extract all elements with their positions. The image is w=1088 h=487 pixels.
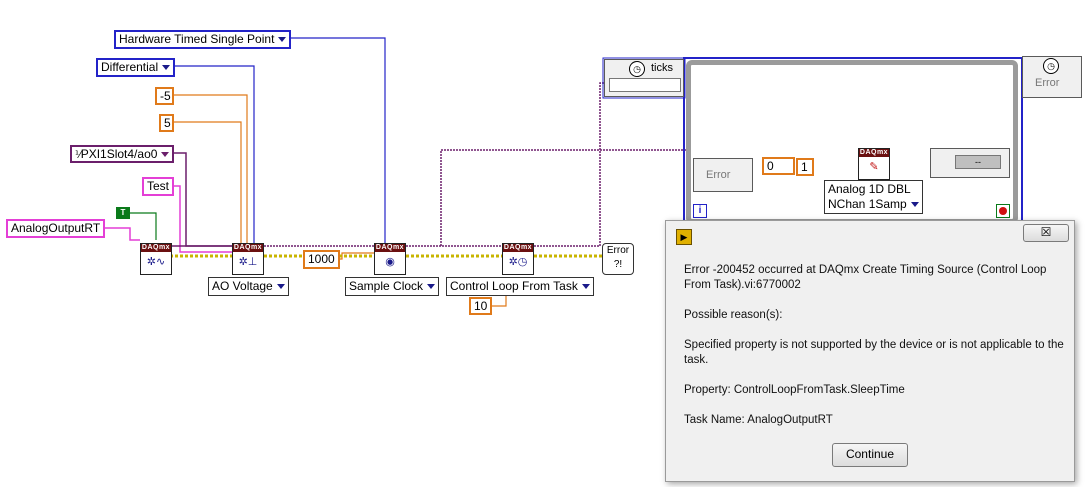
- write-icon: ✎: [869, 161, 879, 173]
- terminal-config-label: Differential: [101, 60, 159, 74]
- stop-button[interactable]: [996, 204, 1010, 218]
- chevron-down-icon: [162, 65, 171, 71]
- chevron-down-icon: [278, 37, 287, 43]
- chevron-down-icon: [276, 284, 285, 290]
- write-type-line1: Analog 1D DBL: [828, 182, 911, 196]
- analog-output-task-text: AnalogOutputRT: [11, 221, 101, 235]
- create-channel-icon: ✲⊥: [238, 256, 258, 268]
- physical-channel-text: PXI1Slot4/ao0: [80, 147, 158, 161]
- sample-clock-selector[interactable]: Sample Clock: [345, 277, 440, 296]
- timing-type-ring[interactable]: Hardware Timed Single Point: [114, 30, 292, 49]
- reason-text: Specified property is not supported by t…: [684, 339, 1064, 366]
- rate-constant[interactable]: 1000: [303, 250, 340, 269]
- create-task-icon: ✲∿: [146, 256, 166, 268]
- timing-type-label: Hardware Timed Single Point: [119, 32, 275, 46]
- min-value-text: -5: [160, 89, 171, 103]
- daqmx-header: DAQmx: [375, 244, 405, 252]
- task-name-string-text: Test: [147, 179, 170, 193]
- max-value-constant[interactable]: 5: [159, 114, 174, 132]
- ao-voltage-selector[interactable]: AO Voltage: [208, 277, 289, 296]
- loop-output-node[interactable]: ◷ Error: [1022, 56, 1082, 98]
- daqmx-create-task-vi[interactable]: DAQmx ✲∿: [140, 243, 172, 275]
- property-text: Property: ControlLoopFromTask.SleepTime: [684, 384, 905, 396]
- ticks-label: ticks: [651, 62, 673, 74]
- max-value-text: 5: [164, 116, 171, 130]
- loop-status-node[interactable]: --: [930, 148, 1010, 178]
- error-bubble-icon: Error?!: [606, 245, 630, 270]
- channels-text: 1: [801, 160, 808, 174]
- timing-source-icon: ✲◷: [508, 256, 528, 268]
- loop-input-field: [609, 78, 681, 92]
- control-loop-selector[interactable]: Control Loop From Task: [446, 277, 594, 296]
- daqmx-create-channel-vi[interactable]: DAQmx ✲⊥: [232, 243, 264, 275]
- loop-error-in-node[interactable]: Error: [693, 158, 753, 192]
- physical-channel-constant[interactable]: ⅟PXI1Slot4/ao0: [70, 145, 175, 163]
- rate-text: 1000: [308, 252, 335, 266]
- sleep-time-text: 10: [474, 299, 488, 313]
- possible-reasons-heading: Possible reason(s):: [684, 309, 783, 321]
- iteration-text: i: [698, 205, 702, 216]
- daqmx-header: DAQmx: [503, 244, 533, 252]
- analog-output-task-name[interactable]: AnalogOutputRT: [6, 219, 106, 238]
- daqmx-write-vi[interactable]: DAQmx ✎: [858, 148, 890, 180]
- continue-button[interactable]: Continue: [832, 443, 908, 467]
- labview-app-icon: ▶: [676, 229, 692, 245]
- write-type-line2: NChan 1Samp: [828, 197, 907, 211]
- task-name-text: Task Name: AnalogOutputRT: [684, 414, 833, 426]
- stop-icon: [999, 207, 1007, 215]
- control-loop-label: Control Loop From Task: [450, 279, 578, 293]
- daqmx-timing-vi[interactable]: DAQmx ◉: [374, 243, 406, 275]
- daqmx-header: DAQmx: [859, 149, 889, 157]
- error-in-label: Error: [706, 169, 731, 181]
- sleep-time-constant[interactable]: 10: [469, 297, 493, 315]
- clock-icon: ◷: [1043, 58, 1059, 74]
- ao-voltage-label: AO Voltage: [212, 279, 273, 293]
- error-out-label: Error: [1035, 77, 1060, 89]
- chevron-down-icon: [427, 284, 436, 290]
- close-icon: ☒: [1040, 225, 1052, 239]
- sample-clock-label: Sample Clock: [349, 279, 424, 293]
- channels-constant[interactable]: 1: [796, 158, 814, 176]
- status-value: --: [975, 157, 981, 167]
- error-handler-vi[interactable]: Error?!: [602, 243, 634, 275]
- index-constant[interactable]: 0: [762, 157, 795, 175]
- error-message: Error -200452 occurred at DAQmx Create T…: [684, 264, 1047, 291]
- chevron-down-icon: [910, 202, 919, 208]
- close-button[interactable]: ☒: [1023, 224, 1069, 242]
- error-dialog: ▶ ☒ Error -200452 occurred at DAQmx Crea…: [665, 220, 1075, 482]
- terminal-config-ring[interactable]: Differential: [96, 58, 176, 77]
- iteration-terminal: i: [693, 204, 707, 218]
- daqmx-header: DAQmx: [233, 244, 263, 252]
- boolean-true-text: T: [117, 208, 129, 218]
- status-field: --: [955, 155, 1001, 169]
- daqmx-create-timing-source-vi[interactable]: DAQmx ✲◷: [502, 243, 534, 275]
- chevron-down-icon: [161, 152, 170, 158]
- clock-icon: ◉: [385, 256, 395, 268]
- boolean-true-constant[interactable]: T: [116, 207, 130, 219]
- index-text: 0: [767, 159, 774, 173]
- loop-input-node[interactable]: ◷ ticks: [604, 59, 684, 97]
- min-value-constant[interactable]: -5: [155, 87, 174, 105]
- continue-label: Continue: [845, 447, 895, 461]
- clock-icon: ◷: [629, 61, 645, 77]
- write-type-selector[interactable]: Analog 1D DBL NChan 1Samp: [824, 180, 923, 214]
- chevron-down-icon: [581, 284, 590, 290]
- task-name-string-constant[interactable]: Test: [142, 177, 175, 196]
- daqmx-header: DAQmx: [141, 244, 171, 252]
